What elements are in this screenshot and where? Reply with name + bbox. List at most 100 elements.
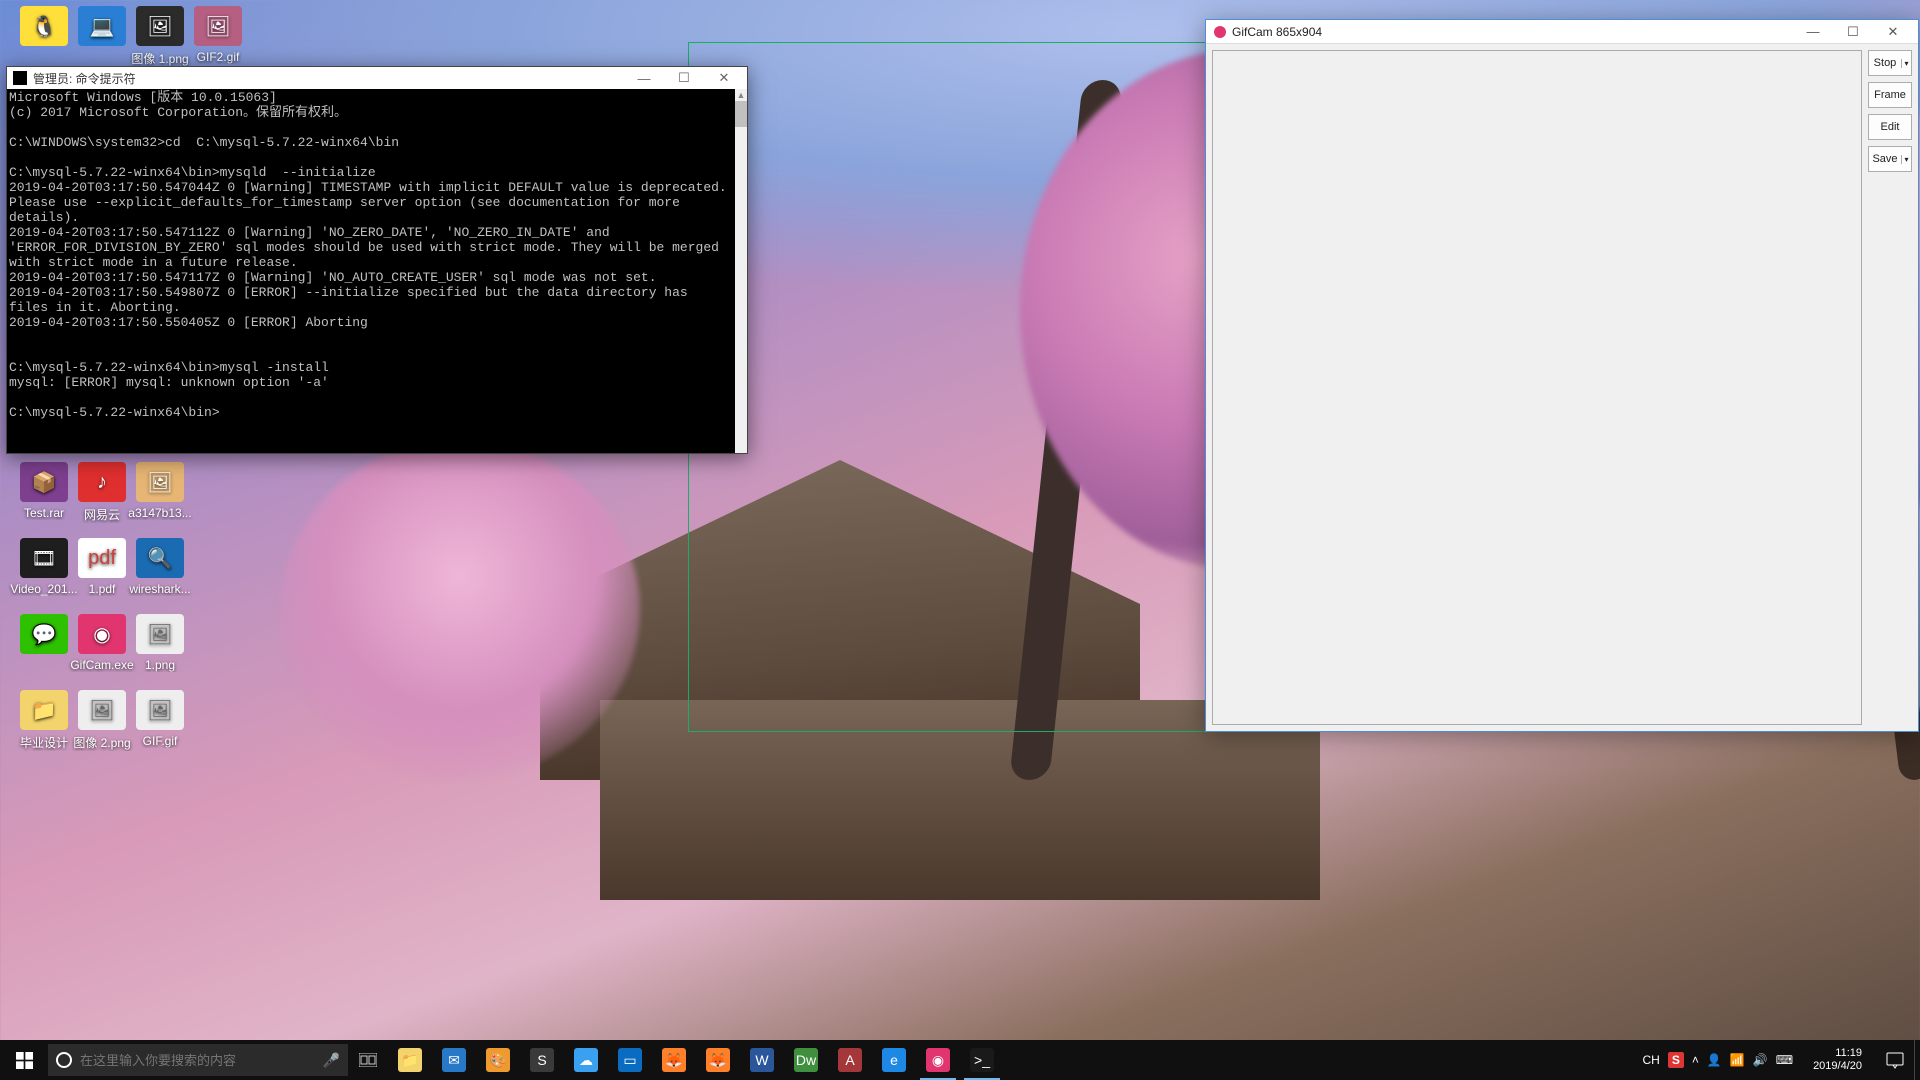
close-button[interactable]: ✕ xyxy=(1876,20,1910,44)
desktop-icon[interactable]: 💻 xyxy=(70,6,134,50)
start-button[interactable] xyxy=(0,1040,48,1080)
file-icon: 📦 xyxy=(20,462,68,502)
scroll-up-icon[interactable]: ▲ xyxy=(735,89,747,101)
cmd-window[interactable]: 管理员: 命令提示符 ― ☐ ✕ Microsoft Windows [版本 1… xyxy=(6,66,748,454)
taskview-icon xyxy=(359,1053,377,1067)
file-icon: 🖼 xyxy=(136,614,184,654)
cortana-icon xyxy=(56,1052,72,1068)
desktop-icon[interactable]: 🔍wireshark... xyxy=(128,538,192,596)
gifcam-window[interactable]: GifCam 865x904 ― ☐ ✕ Stop ▾ Frame Edit S… xyxy=(1205,19,1919,732)
taskbar-clock[interactable]: 11:19 2019/4/20 xyxy=(1807,1047,1868,1073)
scroll-thumb[interactable] xyxy=(735,101,747,127)
chevron-down-icon[interactable]: ▾ xyxy=(1901,59,1911,68)
keyboard-icon[interactable]: ⌨ xyxy=(1776,1053,1793,1067)
app-icon: S xyxy=(530,1048,554,1072)
taskbar-app[interactable]: >_ xyxy=(960,1040,1004,1080)
chevron-down-icon[interactable]: ▾ xyxy=(1901,155,1911,164)
desktop-icon-label: a3147b13... xyxy=(124,506,196,520)
desktop-icon-label: GIF.gif xyxy=(124,734,196,748)
show-desktop-button[interactable] xyxy=(1914,1040,1920,1080)
taskbar-app[interactable]: 📁 xyxy=(388,1040,432,1080)
search-input[interactable] xyxy=(80,1053,315,1068)
taskbar-app[interactable]: 🎨 xyxy=(476,1040,520,1080)
file-icon: 🖼 xyxy=(136,462,184,502)
notification-icon xyxy=(1886,1051,1904,1069)
file-icon: 📁 xyxy=(20,690,68,730)
taskbar: 🎤 📁 ✉ 🎨 S ☁ ▭ 🦊 🦊 W DwAe ◉ >_ CH S ˄ 👤 📶 🔊 ⌨ 11:19 … xyxy=(0,1040,1920,1080)
app-icon: 📁 xyxy=(398,1048,422,1072)
file-icon: 💻 xyxy=(78,6,126,46)
close-button[interactable]: ✕ xyxy=(707,67,741,89)
stop-button[interactable]: Stop ▾ xyxy=(1868,50,1912,76)
taskbar-app[interactable]: ◉ xyxy=(916,1040,960,1080)
desktop-icon[interactable]: 🖼1.png xyxy=(128,614,192,672)
cmd-titlebar[interactable]: 管理员: 命令提示符 ― ☐ ✕ xyxy=(7,67,747,89)
windows-icon xyxy=(16,1052,33,1069)
file-icon: pdf xyxy=(78,538,126,578)
system-tray: CH S ˄ 👤 📶 🔊 ⌨ 11:19 2019/4/20 xyxy=(1635,1047,1877,1073)
file-icon: 🐧 xyxy=(20,6,68,46)
minimize-button[interactable]: ― xyxy=(1796,20,1830,44)
network-icon[interactable]: 📶 xyxy=(1730,1053,1745,1067)
app-icon: ☁ xyxy=(574,1048,598,1072)
maximize-button[interactable]: ☐ xyxy=(1836,20,1870,44)
taskbar-app[interactable]: ✉ xyxy=(432,1040,476,1080)
app-icon: W xyxy=(750,1048,774,1072)
gifcam-toolbar: Stop ▾ Frame Edit Save ▾ xyxy=(1866,50,1914,172)
file-icon: ♪ xyxy=(78,462,126,502)
clock-date: 2019/4/20 xyxy=(1813,1060,1862,1073)
ime-s-icon[interactable]: S xyxy=(1668,1052,1684,1068)
gifcam-capture-area xyxy=(1212,50,1862,725)
desktop-icon-label: 1.png xyxy=(124,658,196,672)
gifcam-title-text: GifCam 865x904 xyxy=(1232,25,1322,39)
people-icon[interactable]: 👤 xyxy=(1707,1053,1722,1067)
taskbar-app[interactable]: A xyxy=(828,1040,872,1080)
app-icon: >_ xyxy=(970,1048,994,1072)
file-icon: 🖼 xyxy=(78,690,126,730)
file-icon: 💬 xyxy=(20,614,68,654)
cmd-title-text: 管理员: 命令提示符 xyxy=(33,70,136,87)
ime-indicator[interactable]: CH xyxy=(1643,1053,1660,1067)
action-center-button[interactable] xyxy=(1876,1040,1914,1080)
file-icon: 🖼 xyxy=(194,6,242,46)
desktop-icon[interactable]: 🖼GIF2.gif xyxy=(186,6,250,64)
cmd-output[interactable]: Microsoft Windows [版本 10.0.15063] (c) 20… xyxy=(7,89,735,453)
taskbar-app[interactable]: Dw xyxy=(784,1040,828,1080)
file-icon: 🔍 xyxy=(136,538,184,578)
save-button[interactable]: Save ▾ xyxy=(1868,146,1912,172)
minimize-button[interactable]: ― xyxy=(627,67,661,89)
file-icon: 🖼 xyxy=(136,690,184,730)
app-icon: 🎨 xyxy=(486,1048,510,1072)
desktop-icon-label: GIF2.gif xyxy=(182,50,254,64)
desktop-icon-label: wireshark... xyxy=(124,582,196,596)
mic-icon[interactable]: 🎤 xyxy=(323,1052,340,1069)
taskbar-app[interactable]: W xyxy=(740,1040,784,1080)
file-icon: 🖼 xyxy=(136,6,184,46)
volume-icon[interactable]: 🔊 xyxy=(1753,1053,1768,1067)
desktop-icon[interactable]: 💬 xyxy=(12,614,76,658)
edit-button[interactable]: Edit xyxy=(1868,114,1912,140)
taskbar-app[interactable]: S xyxy=(520,1040,564,1080)
clock-time: 11:19 xyxy=(1835,1047,1862,1060)
taskbar-app[interactable]: ☁ xyxy=(564,1040,608,1080)
app-icon: 🦊 xyxy=(706,1048,730,1072)
desktop-icon[interactable]: 🐧 xyxy=(12,6,76,50)
task-view-button[interactable] xyxy=(348,1040,388,1080)
desktop-icon[interactable]: 🖼a3147b13... xyxy=(128,462,192,520)
frame-button[interactable]: Frame xyxy=(1868,82,1912,108)
app-icon: ✉ xyxy=(442,1048,466,1072)
tray-overflow-icon[interactable]: ˄ xyxy=(1692,1053,1699,1067)
desktop-icon[interactable]: 🖼GIF.gif xyxy=(128,690,192,748)
gifcam-titlebar[interactable]: GifCam 865x904 ― ☐ ✕ xyxy=(1206,20,1918,44)
taskbar-search[interactable]: 🎤 xyxy=(48,1044,348,1076)
gifcam-app-icon xyxy=(1214,26,1226,38)
taskbar-app[interactable]: 🦊 xyxy=(652,1040,696,1080)
taskbar-app[interactable]: 🦊 xyxy=(696,1040,740,1080)
app-icon: ◉ xyxy=(926,1048,950,1072)
app-icon: 🦊 xyxy=(662,1048,686,1072)
maximize-button[interactable]: ☐ xyxy=(667,67,701,89)
cmd-scrollbar[interactable]: ▲ xyxy=(735,89,747,453)
taskbar-app[interactable]: ▭ xyxy=(608,1040,652,1080)
taskbar-app[interactable]: e xyxy=(872,1040,916,1080)
app-icon: e xyxy=(882,1048,906,1072)
